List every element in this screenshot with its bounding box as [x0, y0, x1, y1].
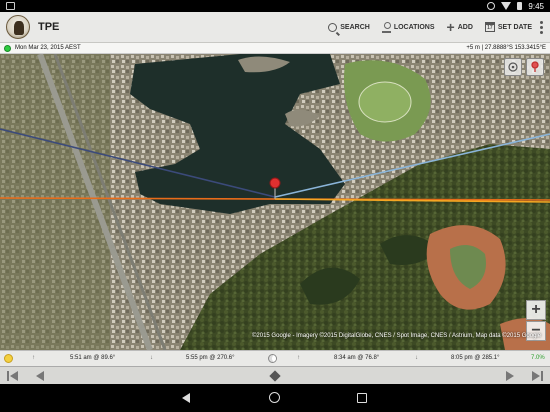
add-label: ADD	[457, 23, 473, 31]
skip-forward-button[interactable]	[532, 371, 540, 381]
status-time: 9:45	[528, 1, 544, 11]
elephant-logo-icon[interactable]	[6, 15, 30, 39]
locations-button[interactable]: LOCATIONS	[381, 21, 435, 33]
battery-icon	[517, 2, 523, 10]
overflow-menu-icon[interactable]	[540, 20, 544, 34]
wifi-icon	[501, 2, 512, 10]
moonset-arrow-icon: ↓	[415, 355, 418, 361]
system-status-bar: 9:45	[0, 0, 550, 12]
plus-icon: +	[446, 18, 455, 35]
home-icon[interactable]	[269, 392, 280, 403]
sunset-time: 5:55 pm @ 270.6°	[186, 355, 235, 361]
sun-icon[interactable]	[4, 354, 13, 363]
map-imagery	[0, 54, 550, 350]
info-bar: Mon Mar 23, 2015 AEST +5 m | 27.8888°S 1…	[0, 43, 550, 54]
system-navigation-bar	[0, 384, 550, 412]
map-layers-icon[interactable]	[526, 58, 544, 76]
locations-label: LOCATIONS	[393, 23, 435, 31]
step-back-button[interactable]	[36, 371, 44, 381]
moon-icon[interactable]	[268, 354, 277, 363]
search-icon	[328, 22, 338, 32]
moon-illumination: 7.0%	[531, 355, 545, 361]
app-toolbar: TPE SEARCH LOCATIONS + ADD 17 SET DATE	[0, 12, 550, 43]
moonset-time: 8:05 pm @ 285.1°	[451, 355, 500, 361]
screenshot-notification-icon	[6, 2, 15, 10]
moonrise-time: 8:34 am @ 76.8°	[334, 355, 380, 361]
map-pin-icon	[381, 21, 391, 33]
sunrise-time: 5:51 am @ 89.6°	[70, 355, 116, 361]
alarm-icon	[487, 2, 496, 10]
back-icon[interactable]	[182, 393, 190, 403]
set-date-button[interactable]: 17 SET DATE	[484, 22, 532, 32]
set-date-label: SET DATE	[497, 23, 532, 31]
gps-status-icon[interactable]	[4, 44, 11, 52]
app-screen: 9:45 TPE SEARCH LOCATIONS + ADD 17 SET D…	[0, 0, 550, 412]
time-slider-bar[interactable]	[0, 366, 550, 384]
time-slider-handle[interactable]	[269, 370, 281, 382]
app-title: TPE	[38, 21, 60, 33]
zoom-in-button[interactable]: +	[526, 300, 546, 320]
current-date[interactable]: Mon Mar 23, 2015 AEST	[15, 45, 466, 51]
add-button[interactable]: + ADD	[446, 18, 473, 35]
search-button[interactable]: SEARCH	[328, 22, 370, 32]
map-attribution: ©2015 Google - Imagery ©2015 DigitalGlob…	[252, 333, 542, 339]
recent-apps-icon[interactable]	[357, 393, 367, 403]
ephemeris-bar[interactable]: ↑ 5:51 am @ 89.6° ↓ 5:55 pm @ 270.6° ↑ 8…	[0, 350, 550, 366]
red-map-pin-icon[interactable]	[269, 177, 281, 189]
skip-back-button[interactable]	[10, 371, 18, 381]
sunset-arrow-icon: ↓	[150, 355, 153, 361]
moonrise-arrow-icon: ↑	[297, 355, 300, 361]
compass-icon[interactable]	[504, 58, 522, 76]
search-label: SEARCH	[340, 23, 370, 31]
step-forward-button[interactable]	[506, 371, 514, 381]
location-coordinates: +5 m | 27.8888°S 153.3415°E	[466, 45, 546, 51]
satellite-map[interactable]: + − ©2015 Google - Imagery ©2015 Digital…	[0, 54, 550, 350]
calendar-icon: 17	[484, 22, 495, 32]
sunrise-arrow-icon: ↑	[32, 355, 35, 361]
